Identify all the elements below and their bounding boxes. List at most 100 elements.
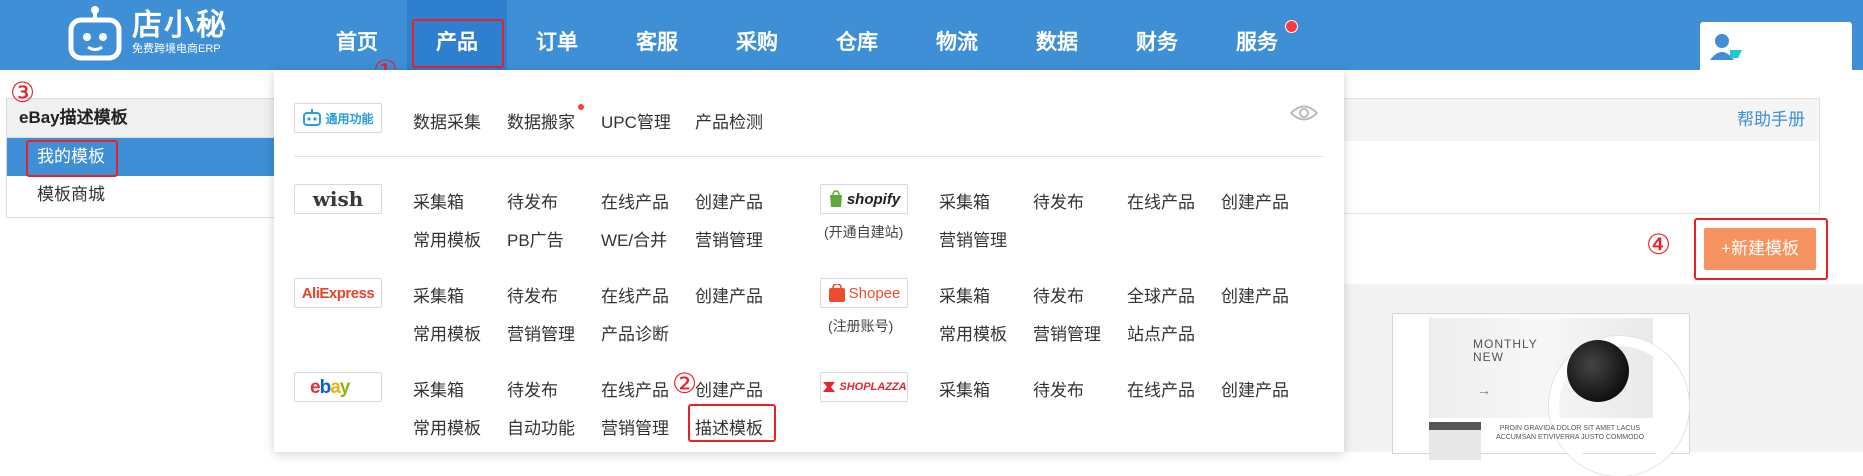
menu-data-migration[interactable]: 数据搬家 bbox=[507, 108, 575, 133]
wish-online-products[interactable]: 在线产品 bbox=[601, 188, 669, 213]
product-dropdown-menu: 通用功能 数据采集 数据搬家 UPC管理 产品检测 wish 采集箱 待发布 在… bbox=[274, 70, 1344, 452]
annotation-box-my-templates bbox=[26, 140, 118, 177]
aliexpress-marketing[interactable]: 营销管理 bbox=[507, 320, 575, 345]
shopify-logo-text: shopify bbox=[846, 190, 901, 208]
eye-icon[interactable] bbox=[1290, 104, 1318, 122]
shoplazza-mark-icon bbox=[823, 382, 836, 392]
wish-logo-text: wish bbox=[312, 187, 364, 211]
nav-purchase[interactable]: 采购 bbox=[707, 0, 807, 70]
ebay-pending[interactable]: 待发布 bbox=[507, 376, 558, 401]
robot-logo-icon bbox=[68, 6, 122, 61]
wish-marketing[interactable]: 营销管理 bbox=[695, 226, 763, 251]
wish-pending[interactable]: 待发布 bbox=[507, 188, 558, 213]
aliexpress-collection-box[interactable]: 采集箱 bbox=[413, 282, 464, 307]
preview-product-image bbox=[1567, 340, 1629, 402]
ebay-collection-box[interactable]: 采集箱 bbox=[413, 376, 464, 401]
annotation-box-description-templates bbox=[688, 404, 776, 442]
shopify-create-product[interactable]: 创建产品 bbox=[1221, 188, 1289, 213]
nav-warehouse[interactable]: 仓库 bbox=[807, 0, 907, 70]
nav-data[interactable]: 数据 bbox=[1007, 0, 1107, 70]
ebay-logo: ebay bbox=[294, 372, 382, 402]
template-preview-card[interactable]: MONTHLY NEW → PROIN GRAVIDA DOLOR SIT AM… bbox=[1392, 313, 1690, 476]
wish-create-product[interactable]: 创建产品 bbox=[695, 188, 763, 213]
aliexpress-pending[interactable]: 待发布 bbox=[507, 282, 558, 307]
brand-name: 店小秘 bbox=[132, 9, 228, 42]
shopee-pending[interactable]: 待发布 bbox=[1033, 282, 1084, 307]
menu-upc-management[interactable]: UPC管理 bbox=[601, 108, 671, 133]
data-migration-dot bbox=[578, 104, 584, 110]
nav-logistics[interactable]: 物流 bbox=[907, 0, 1007, 70]
shopee-site-products[interactable]: 站点产品 bbox=[1127, 320, 1195, 345]
shoplazza-logo-text: SHOPLAZZA bbox=[839, 381, 907, 393]
ebay-templates[interactable]: 常用模板 bbox=[413, 414, 481, 439]
menu-product-check[interactable]: 产品检测 bbox=[695, 108, 763, 133]
preview-arrow-icon: → bbox=[1477, 382, 1491, 398]
nav-customer-service[interactable]: 客服 bbox=[607, 0, 707, 70]
svg-text:ebay: ebay bbox=[310, 377, 351, 398]
shopify-bag-icon bbox=[829, 190, 842, 207]
shopify-logo: shopify bbox=[820, 184, 908, 214]
new-template-button[interactable]: +新建模板 bbox=[1704, 228, 1816, 270]
content-toolbar-area bbox=[1300, 141, 1820, 214]
shopee-global-products[interactable]: 全球产品 bbox=[1127, 282, 1195, 307]
general-functions-logo: 通用功能 bbox=[294, 103, 382, 133]
aliexpress-online-products[interactable]: 在线产品 bbox=[601, 282, 669, 307]
shopify-sub-label[interactable]: (开通自建站) bbox=[824, 222, 903, 242]
sidebar-title: eBay描述模板 bbox=[7, 99, 277, 138]
shopify-online-products[interactable]: 在线产品 bbox=[1127, 188, 1195, 213]
shopify-collection-box[interactable]: 采集箱 bbox=[939, 188, 990, 213]
aliexpress-templates[interactable]: 常用模板 bbox=[413, 320, 481, 345]
shopee-create-product[interactable]: 创建产品 bbox=[1221, 282, 1289, 307]
aliexpress-logo-text: AliExpress bbox=[301, 284, 375, 302]
services-notification-dot bbox=[1285, 20, 1298, 33]
robot-icon bbox=[303, 109, 322, 126]
shoplazza-pending[interactable]: 待发布 bbox=[1033, 376, 1084, 401]
menu-data-collection[interactable]: 数据采集 bbox=[413, 108, 481, 133]
shoplazza-logo: SHOPLAZZA bbox=[820, 372, 908, 402]
shopee-collection-box[interactable]: 采集箱 bbox=[939, 282, 990, 307]
shopee-bag-icon bbox=[828, 284, 845, 302]
annotation-number-3: ③ bbox=[10, 76, 36, 109]
nav-orders[interactable]: 订单 bbox=[507, 0, 607, 70]
wish-we-merge[interactable]: WE/合并 bbox=[601, 226, 667, 251]
aliexpress-product-diagnosis[interactable]: 产品诊断 bbox=[601, 320, 669, 345]
shopee-sub-label[interactable]: (注册账号) bbox=[828, 316, 893, 336]
shopee-logo-text: Shopee bbox=[848, 284, 901, 302]
shopee-templates[interactable]: 常用模板 bbox=[939, 320, 1007, 345]
preview-sidebar-block bbox=[1429, 422, 1481, 460]
ebay-create-product[interactable]: 创建产品 bbox=[695, 376, 763, 401]
annotation-number-4: ④ bbox=[1646, 228, 1672, 261]
ebay-auto-functions[interactable]: 自动功能 bbox=[507, 414, 575, 439]
user-icon bbox=[1710, 34, 1742, 60]
preview-hero-text: MONTHLY NEW bbox=[1473, 337, 1538, 364]
aliexpress-logo: AliExpress bbox=[294, 278, 382, 308]
wish-collection-box[interactable]: 采集箱 bbox=[413, 188, 464, 213]
user-menu[interactable] bbox=[1700, 22, 1852, 70]
nav-services[interactable]: 服务 bbox=[1207, 0, 1307, 70]
brand-tagline: 免费跨境电商ERP bbox=[132, 43, 221, 55]
wish-logo: wish bbox=[294, 184, 382, 214]
shoplazza-collection-box[interactable]: 采集箱 bbox=[939, 376, 990, 401]
annotation-box-product-nav bbox=[412, 19, 504, 68]
preview-hero-image: MONTHLY NEW → bbox=[1429, 318, 1689, 476]
help-manual-link[interactable]: 帮助手册 bbox=[1737, 99, 1805, 141]
aliexpress-create-product[interactable]: 创建产品 bbox=[695, 282, 763, 307]
nav-finance[interactable]: 财务 bbox=[1107, 0, 1207, 70]
wish-pb-ads[interactable]: PB广告 bbox=[507, 226, 564, 251]
content-header: 帮助手册 bbox=[1300, 98, 1820, 142]
brand-logo[interactable]: 店小秘 免费跨境电商ERP bbox=[66, 2, 228, 64]
shopify-pending[interactable]: 待发布 bbox=[1033, 188, 1084, 213]
ebay-logo-mark: ebay bbox=[310, 377, 352, 398]
shoplazza-online-products[interactable]: 在线产品 bbox=[1127, 376, 1195, 401]
shopee-marketing[interactable]: 营销管理 bbox=[1033, 320, 1101, 345]
general-functions-label: 通用功能 bbox=[325, 111, 374, 126]
sidebar-item-template-store[interactable]: 模板商城 bbox=[7, 176, 277, 214]
wish-templates[interactable]: 常用模板 bbox=[413, 226, 481, 251]
menu-divider bbox=[294, 156, 1324, 157]
shoplazza-create-product[interactable]: 创建产品 bbox=[1221, 376, 1289, 401]
top-navigation-bar: 店小秘 免费跨境电商ERP 首页 产品 订单 客服 采购 仓库 物流 数据 财务… bbox=[0, 0, 1863, 70]
annotation-number-2: ② bbox=[672, 367, 698, 400]
ebay-online-products[interactable]: 在线产品 bbox=[601, 376, 669, 401]
shopify-marketing[interactable]: 营销管理 bbox=[939, 226, 1007, 251]
ebay-marketing[interactable]: 营销管理 bbox=[601, 414, 669, 439]
